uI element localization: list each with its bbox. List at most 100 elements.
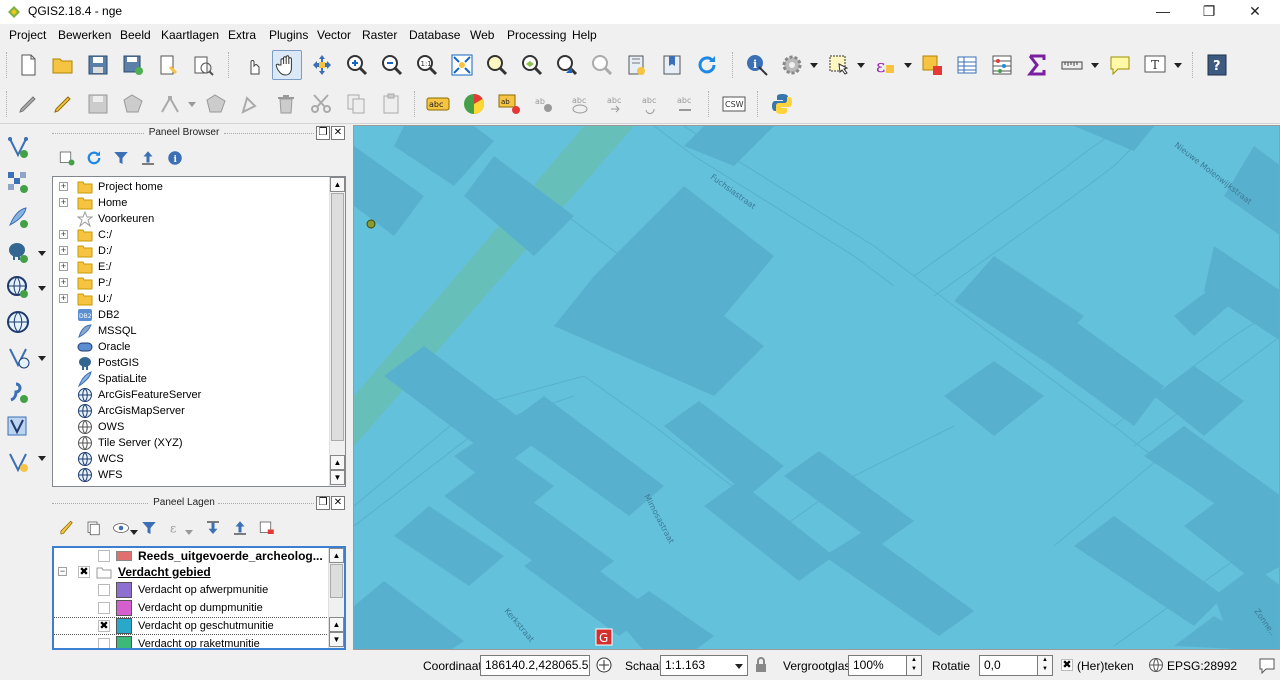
map-tips-button[interactable] — [1106, 51, 1134, 79]
chevron-down-icon[interactable] — [857, 63, 865, 68]
save-project-button[interactable] — [84, 51, 112, 79]
scroll-thumb[interactable] — [330, 564, 343, 598]
add-wfs-layer-button[interactable] — [4, 343, 32, 371]
add-feature-button[interactable] — [119, 90, 147, 118]
expand-icon[interactable]: + — [59, 278, 68, 287]
menu-web[interactable]: Web — [470, 28, 494, 42]
menu-help[interactable]: Help — [572, 28, 597, 42]
close-button[interactable]: ✕ — [1232, 0, 1278, 24]
composer-manager-button[interactable] — [189, 51, 217, 79]
add-selected-layer-button[interactable] — [56, 147, 78, 169]
zoom-to-selection-button[interactable] — [483, 51, 511, 79]
layer-visibility-checkbox[interactable] — [98, 550, 110, 562]
zoom-to-layer-button[interactable] — [518, 51, 546, 79]
collapse-all-layers-button[interactable] — [229, 517, 251, 539]
expand-icon[interactable]: + — [59, 262, 68, 271]
chevron-down-icon[interactable] — [130, 530, 138, 535]
scroll-up-button[interactable]: ▲ — [330, 177, 345, 192]
layer-visibility-checkbox[interactable] — [98, 638, 110, 648]
zoom-full-button[interactable] — [448, 51, 476, 79]
identify-features-button[interactable]: i — [743, 51, 771, 79]
zoom-next-button[interactable] — [588, 51, 616, 79]
chevron-down-icon[interactable] — [38, 286, 46, 291]
filter-expression-button[interactable]: ε — [165, 517, 187, 539]
new-print-composer-button[interactable] — [154, 51, 182, 79]
expand-icon[interactable]: + — [59, 230, 68, 239]
add-postgis-layer-button[interactable] — [4, 238, 32, 266]
measure-line-button[interactable] — [1058, 51, 1086, 79]
cut-features-button[interactable] — [307, 90, 335, 118]
touch-zoom-button[interactable] — [240, 51, 268, 79]
field-calculator-button[interactable] — [988, 51, 1016, 79]
rotation-field[interactable]: 0,0 — [979, 655, 1039, 676]
lock-icon[interactable] — [754, 657, 768, 673]
move-feature-button[interactable] — [202, 90, 230, 118]
chevron-down-icon[interactable] — [38, 356, 46, 361]
scroll-thumb[interactable] — [331, 193, 344, 441]
chevron-down-icon[interactable] — [1174, 63, 1182, 68]
text-annotation-button[interactable]: T — [1141, 51, 1169, 79]
layers-scrollbar[interactable]: ▲ ▲ ▼ — [328, 548, 344, 648]
menu-database[interactable]: Database — [409, 28, 460, 42]
add-spatialite-layer-button[interactable] — [4, 203, 32, 231]
browser-tree[interactable]: + Project home + Home Voorkeuren + C:/ +… — [52, 176, 346, 487]
move-label-button[interactable]: abc — [601, 90, 629, 118]
node-tool-button[interactable] — [156, 90, 184, 118]
messages-icon[interactable] — [1258, 656, 1276, 674]
coordinate-field[interactable]: 186140.2,428065.5 — [480, 655, 590, 676]
toggle-editing-button[interactable] — [49, 90, 77, 118]
filter-legend-button[interactable] — [138, 517, 160, 539]
save-edits-button[interactable] — [84, 90, 112, 118]
toggle-extents-icon[interactable] — [595, 656, 613, 674]
node-edit-button[interactable] — [237, 90, 265, 118]
delete-selected-button[interactable] — [272, 90, 300, 118]
add-vector-layer-button[interactable] — [4, 133, 32, 161]
rotation-spinbox-arrows[interactable]: ▲ ▼ — [1037, 655, 1053, 676]
point-feature-marker[interactable] — [366, 219, 376, 229]
layer-visibility-checkbox[interactable]: ✖ — [98, 620, 110, 632]
open-project-button[interactable] — [49, 51, 77, 79]
crs-label[interactable]: EPSG:28992 — [1167, 659, 1237, 673]
diagram-properties-button[interactable] — [460, 90, 488, 118]
add-wms-layer-button[interactable] — [4, 273, 32, 301]
add-group-button[interactable] — [83, 517, 105, 539]
attribute-table-button[interactable] — [953, 51, 981, 79]
globe-crs-icon[interactable] — [1148, 657, 1164, 673]
chevron-down-icon[interactable] — [904, 63, 912, 68]
save-as-button[interactable] — [119, 51, 147, 79]
zoom-out-button[interactable] — [378, 51, 406, 79]
menu-kaartlagen[interactable]: Kaartlagen — [161, 28, 219, 42]
layer-row-geschutmunitie[interactable]: ✖ Verdacht op geschutmunitie — [54, 617, 331, 635]
layer-visibility-checkbox[interactable]: ✖ — [78, 566, 90, 578]
python-console-button[interactable] — [768, 90, 796, 118]
close-panel-button[interactable]: ✕ — [331, 496, 345, 510]
deselect-all-button[interactable] — [918, 51, 946, 79]
scroll-down-button[interactable]: ▼ — [329, 632, 344, 647]
add-delimited-text-button[interactable] — [4, 378, 32, 406]
new-map-view-button[interactable] — [623, 51, 651, 79]
remove-layer-button[interactable] — [256, 517, 278, 539]
statistics-button[interactable] — [1023, 51, 1051, 79]
magnifier-spinbox-arrows[interactable]: ▲ ▼ — [906, 655, 922, 676]
pan-to-selection-button[interactable] — [308, 51, 336, 79]
collapse-icon[interactable]: − — [58, 567, 67, 576]
current-edits-button[interactable] — [14, 90, 42, 118]
expand-icon[interactable]: + — [59, 294, 68, 303]
menu-project[interactable]: Project — [9, 28, 46, 42]
expand-icon[interactable]: + — [59, 182, 68, 191]
add-virtual-layer-button[interactable] — [4, 413, 32, 441]
maximize-button[interactable]: ❐ — [1186, 0, 1232, 24]
chevron-down-icon[interactable] — [810, 63, 818, 68]
scroll-up-button[interactable]: ▲ — [329, 617, 344, 632]
chevron-down-icon[interactable] — [38, 456, 46, 461]
menu-beeld[interactable]: Beeld — [120, 28, 151, 42]
minimize-button[interactable]: — — [1140, 0, 1186, 24]
magnifier-field[interactable]: 100% — [848, 655, 908, 676]
layer-visibility-checkbox[interactable] — [98, 584, 110, 596]
chevron-down-icon[interactable] — [38, 251, 46, 256]
collapse-all-button[interactable] — [137, 147, 159, 169]
scroll-up-button[interactable]: ▲ — [330, 455, 345, 470]
refresh-button[interactable] — [693, 51, 721, 79]
layer-visibility-checkbox[interactable] — [98, 602, 110, 614]
select-by-expression-button[interactable]: ε — [871, 51, 899, 79]
